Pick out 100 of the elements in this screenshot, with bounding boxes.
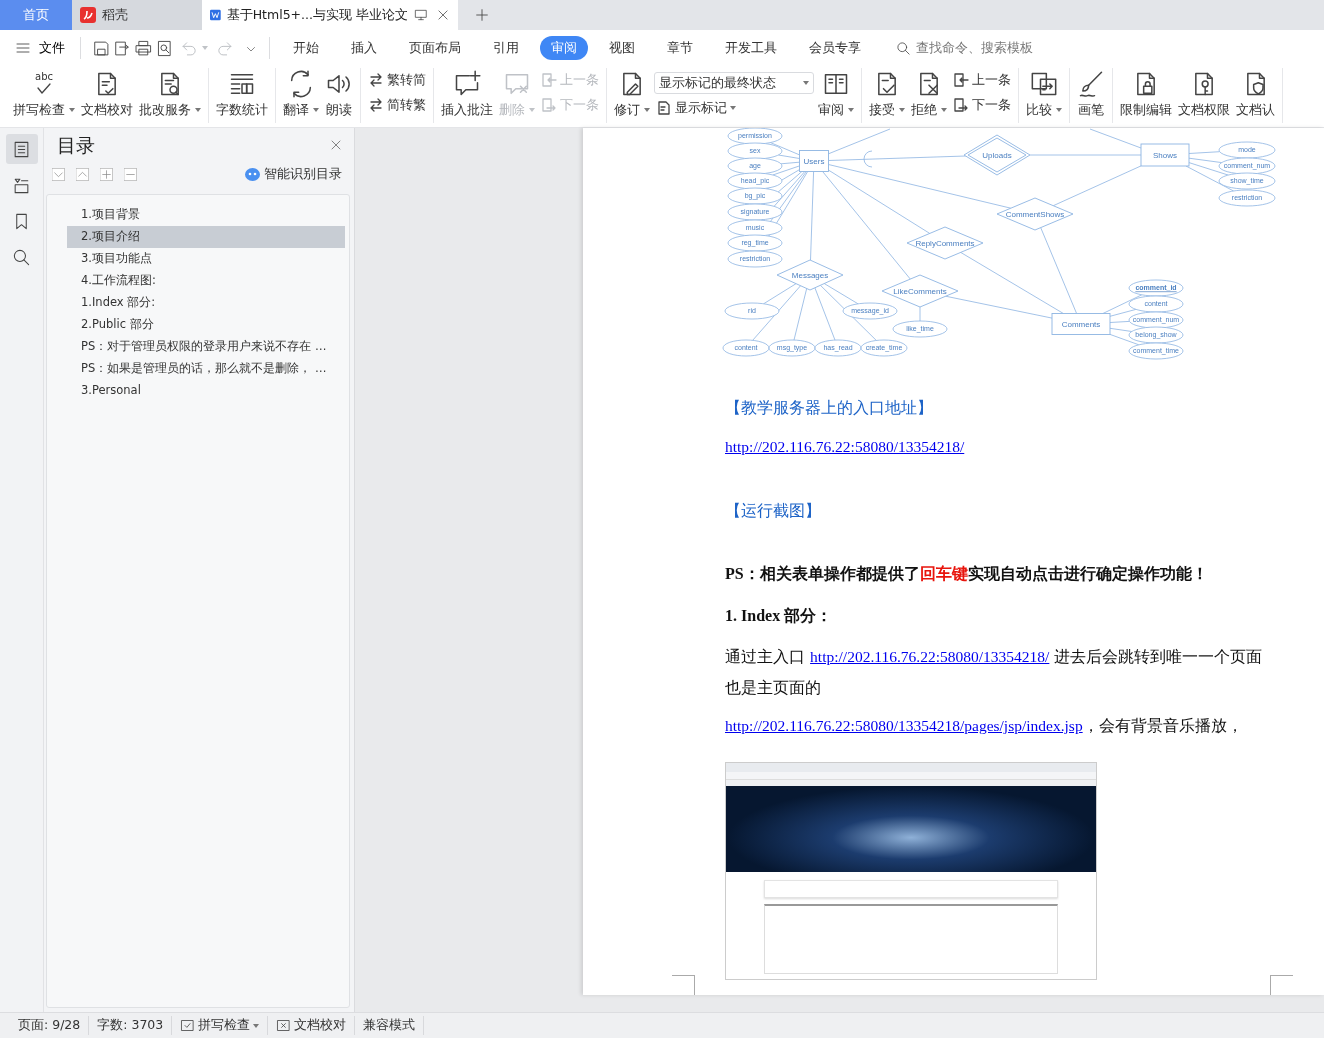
ribbon-button[interactable]: 文档校对: [79, 68, 135, 122]
ribbon-tab[interactable]: 插入: [340, 36, 388, 60]
entity-node: Shows: [1140, 143, 1190, 167]
comment-plus-icon: [453, 70, 481, 98]
previous-item-icon: [541, 72, 557, 89]
caret-icon: [1056, 108, 1062, 113]
search-icon: [12, 247, 31, 267]
connector-line: [1109, 327, 1133, 332]
ribbon-button[interactable]: 显示标记: [654, 98, 814, 119]
ribbon-button[interactable]: 拒绝: [909, 68, 949, 122]
outline-item[interactable]: 1.Index 部分:: [67, 292, 345, 314]
ribbon-button[interactable]: 接受: [867, 68, 907, 122]
ribbon-button[interactable]: 批改服务: [137, 68, 203, 122]
ribbon-tab[interactable]: 开始: [282, 36, 330, 60]
monitor-icon[interactable]: [414, 8, 428, 22]
sidebar-tab[interactable]: [5, 134, 38, 164]
caret-icon: [899, 108, 905, 113]
tab[interactable]: 稻壳: [72, 0, 202, 30]
outline-item[interactable]: 2.项目介绍: [67, 226, 345, 248]
outline-item[interactable]: PS：如果是管理员的话，那么就不是删除， …: [67, 358, 345, 380]
outline-item[interactable]: 3.Personal: [67, 380, 345, 402]
link[interactable]: http://202.116.76.22:58080/13354218/pages/jsp/index.jsp: [725, 717, 1083, 734]
check-box-icon: [180, 1018, 196, 1033]
ribbon-tab[interactable]: 视图: [598, 36, 646, 60]
plus-icon[interactable]: [100, 167, 113, 181]
tab[interactable]: 基于Html5+...与实现 毕业论文: [202, 0, 458, 30]
caret-icon: [644, 108, 650, 113]
status-button[interactable]: 拼写检查: [172, 1016, 269, 1035]
print-preview-icon[interactable]: [156, 39, 173, 57]
connector-line: [1188, 151, 1220, 154]
ribbon-button[interactable]: 画笔: [1075, 68, 1107, 122]
status-text: 兼容模式: [355, 1016, 425, 1035]
caret-icon: [313, 108, 319, 113]
paragraph-text: http://202.116.76.22:58080/13354218/pages/jsp/index.jsp，会有背景音乐播放，: [725, 715, 1244, 737]
outline-item[interactable]: 3.项目功能点: [67, 248, 345, 270]
ribbon-tab[interactable]: 开发工具: [714, 36, 788, 60]
ribbon-button[interactable]: 比较: [1024, 68, 1064, 122]
ribbon-button[interactable]: 修订: [612, 68, 652, 122]
caret-icon: [848, 108, 854, 113]
ribbon-button[interactable]: abc 拼写检查: [11, 68, 77, 122]
minus-icon[interactable]: [124, 167, 137, 181]
ribbon-button[interactable]: 繁转简: [366, 70, 428, 91]
ribbon-button[interactable]: 字数统计: [214, 68, 270, 122]
close-icon[interactable]: [330, 139, 342, 151]
export-icon[interactable]: [114, 39, 131, 57]
ribbon-button[interactable]: 插入批注: [439, 68, 495, 122]
compare-icon: [1030, 70, 1058, 98]
brush-icon: [1077, 70, 1105, 98]
smart-outline-button[interactable]: 智能识别目录: [239, 163, 348, 185]
search-icon: [896, 40, 911, 56]
corner-mark: [1270, 975, 1293, 995]
outline-item[interactable]: 1.项目背景: [67, 204, 345, 226]
ribbon-tab[interactable]: 引用: [482, 36, 530, 60]
ribbon-button[interactable]: 翻译: [281, 68, 321, 122]
ribbon-button[interactable]: 朗读: [323, 68, 355, 122]
status-text: 页面: 9/28: [10, 1016, 90, 1035]
print-icon[interactable]: [135, 39, 152, 57]
ribbon-button[interactable]: 上一条: [951, 70, 1013, 91]
status-text: 字数: 3703: [89, 1016, 173, 1035]
ribbon-button[interactable]: 审阅: [816, 68, 856, 122]
entity-node: Users: [799, 150, 829, 172]
relationship-node: Uploads: [963, 134, 1031, 176]
ribbon-button[interactable]: 文档认: [1234, 68, 1277, 122]
close-icon[interactable]: [436, 8, 450, 22]
relationship-node: LikeComments: [881, 274, 959, 308]
caret-icon: [253, 1023, 260, 1028]
convert-arrows-icon: [368, 97, 384, 114]
ribbon-button[interactable]: 简转繁: [366, 94, 428, 116]
file-menu-button[interactable]: 文件: [12, 38, 68, 58]
ribbon-button[interactable]: 限制编辑: [1118, 68, 1174, 122]
caret-icon: [803, 81, 809, 85]
caret-icon: [730, 106, 736, 111]
relationship-node: ReplyComments: [906, 226, 984, 260]
ribbon-tab[interactable]: 章节: [656, 36, 704, 60]
ribbon-tab[interactable]: 页面布局: [398, 36, 472, 60]
tab-label: 基于Html5+...与实现 毕业论文: [226, 5, 408, 24]
ribbon-tab[interactable]: 会员专享: [798, 36, 872, 60]
link[interactable]: http://202.116.76.22:58080/13354218/: [810, 648, 1050, 665]
link[interactable]: http://202.116.76.22:58080/13354218/: [725, 438, 965, 455]
outline-item[interactable]: 2.Public 部分: [67, 314, 345, 336]
outline-item[interactable]: 4.工作流程图:: [67, 270, 345, 292]
search-field[interactable]: 查找命令、搜索模板: [914, 37, 1054, 59]
caret-icon: [529, 108, 535, 113]
plus-icon[interactable]: [474, 7, 490, 23]
connector-line: [1089, 128, 1142, 149]
paragraph-text: 通过主入口 http://202.116.76.22:58080/13354218/ 进去后会跳转到唯一一个页面也是主页面的: [725, 646, 1264, 699]
tab-label: 稻壳: [102, 5, 128, 24]
status-button[interactable]: 文档校对: [268, 1016, 356, 1035]
save-icon[interactable]: [93, 39, 110, 57]
outline-item[interactable]: PS：对于管理员权限的登录用户来说不存在 …: [67, 336, 345, 358]
connector-line: [919, 306, 921, 322]
document-logo-icon: [210, 7, 221, 23]
markup-state-select[interactable]: 显示标记的最终状态: [654, 72, 814, 94]
ribbon-tab[interactable]: 审阅: [540, 36, 588, 60]
convert-arrows-icon: [368, 72, 384, 89]
ribbon-button[interactable]: 文档权限: [1176, 68, 1232, 122]
bold-text: 1. Index 部分：: [725, 606, 834, 626]
section-heading: 【运行截图】: [725, 500, 822, 522]
ribbon-button[interactable]: 下一条: [951, 94, 1013, 116]
menu-icon: [15, 40, 31, 56]
